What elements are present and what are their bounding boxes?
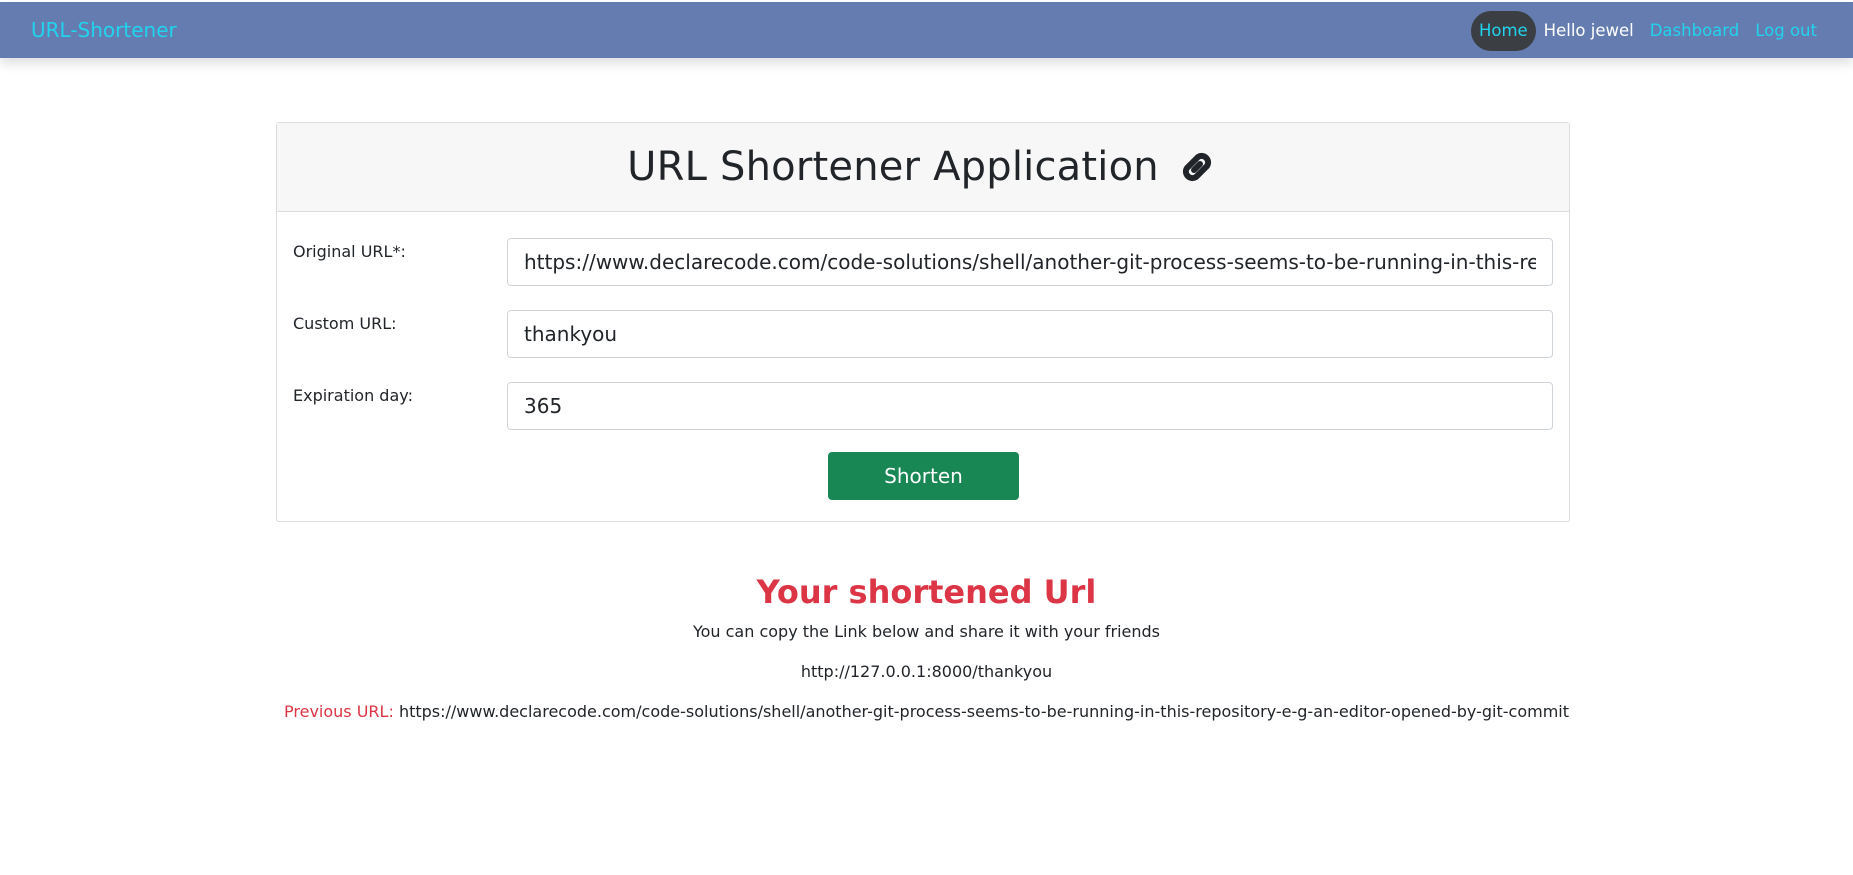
nav-logout-link[interactable]: Log out — [1747, 11, 1825, 51]
result-subtitle: You can copy the Link below and share it… — [692, 622, 1161, 641]
top-navbar: URL-Shortener Home Hello jewel Dashboard… — [0, 2, 1853, 58]
previous-url-line: Previous URL: https://www.declarecode.co… — [0, 700, 1853, 724]
result-section: Your shortened Url You can copy the Link… — [0, 570, 1853, 724]
nav-home-link[interactable]: Home — [1470, 11, 1536, 51]
brand-link[interactable]: URL-Shortener — [31, 18, 177, 42]
user-greeting: Hello jewel — [1543, 21, 1634, 40]
custom-url-row: Custom URL: — [277, 310, 1569, 358]
link-icon — [1175, 145, 1219, 189]
original-url-row: Original URL*: — [277, 238, 1569, 286]
expiration-input[interactable] — [507, 382, 1553, 430]
previous-url-label: Previous URL: — [284, 702, 394, 721]
custom-url-input[interactable] — [507, 310, 1553, 358]
result-title: Your shortened Url — [756, 573, 1097, 611]
expiration-label: Expiration day: — [293, 386, 413, 405]
original-url-label: Original URL*: — [293, 242, 406, 261]
nav-dashboard-link[interactable]: Dashboard — [1642, 11, 1748, 51]
previous-url-value: https://www.declarecode.com/code-solutio… — [398, 702, 1569, 721]
shorten-button[interactable]: Shorten — [828, 452, 1019, 500]
expiration-row: Expiration day: — [277, 382, 1569, 430]
page-title: URL Shortener Application — [627, 144, 1159, 190]
nav-links: Home Hello jewel Dashboard Log out — [1470, 11, 1825, 51]
shortener-card: URL Shortener Application Original URL*:… — [276, 122, 1570, 522]
short-url[interactable]: http://127.0.0.1:8000/thankyou — [0, 660, 1853, 684]
original-url-input[interactable] — [507, 238, 1553, 286]
custom-url-label: Custom URL: — [293, 314, 397, 333]
card-header: URL Shortener Application — [277, 123, 1569, 212]
